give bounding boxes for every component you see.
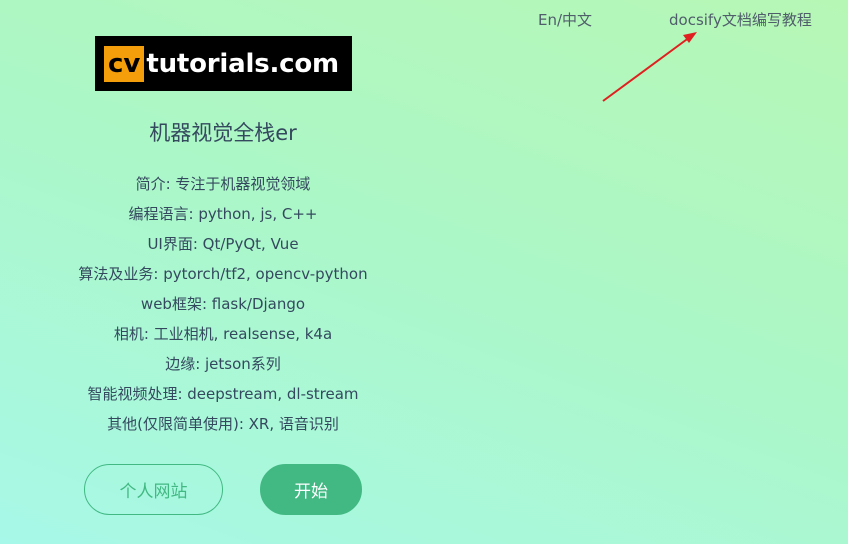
description-item: 其他(仅限简单使用): XR, 语音识别 — [107, 415, 339, 433]
description-item: UI界面: Qt/PyQt, Vue — [147, 235, 299, 253]
description-item: 相机: 工业相机, realsense, k4a — [113, 325, 333, 343]
description-item: 简介: 专注于机器视觉领域 — [135, 175, 311, 193]
logo-cv-text: cv — [104, 45, 145, 82]
nav-link-docsify-tutorial[interactable]: docsify文档编写教程 — [669, 9, 812, 30]
description-item: web框架: flask/Django — [140, 295, 306, 313]
nav-link-language[interactable]: En/中文 — [538, 9, 592, 30]
start-button[interactable]: 开始 — [260, 464, 362, 515]
cvtutorials-logo: cv tutorials.com — [95, 36, 352, 91]
personal-site-button[interactable]: 个人网站 — [84, 464, 223, 515]
description-item: 智能视频处理: deepstream, dl-stream — [87, 385, 359, 403]
logo-domain-text: tutorials.com — [146, 48, 339, 79]
description-item: 算法及业务: pytorch/tf2, opencv-python — [78, 265, 368, 283]
cover-title: 机器视觉全栈er — [149, 121, 297, 145]
cover-description-list: 简介: 专注于机器视觉领域 编程语言: python, js, C++ UI界面… — [0, 172, 446, 442]
description-item: 编程语言: python, js, C++ — [128, 205, 318, 223]
description-item: 边缘: jetson系列 — [165, 355, 281, 373]
